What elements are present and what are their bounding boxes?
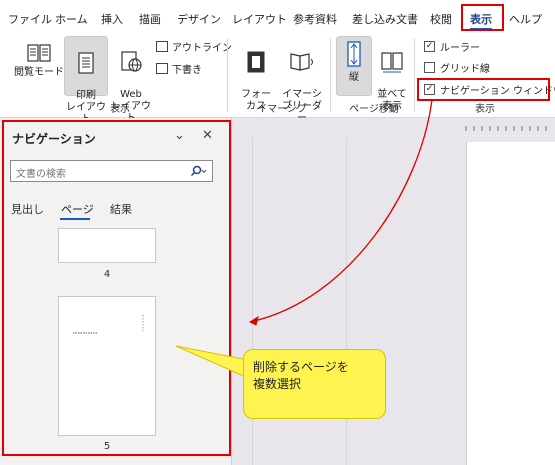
callout-text: 削除するページを 複数選択: [253, 360, 349, 391]
callout-box: 削除するページを 複数選択: [243, 349, 386, 419]
pointer-arrow: [249, 99, 433, 323]
callout-pointer: [175, 345, 249, 379]
arrow-head-icon: [248, 315, 259, 326]
